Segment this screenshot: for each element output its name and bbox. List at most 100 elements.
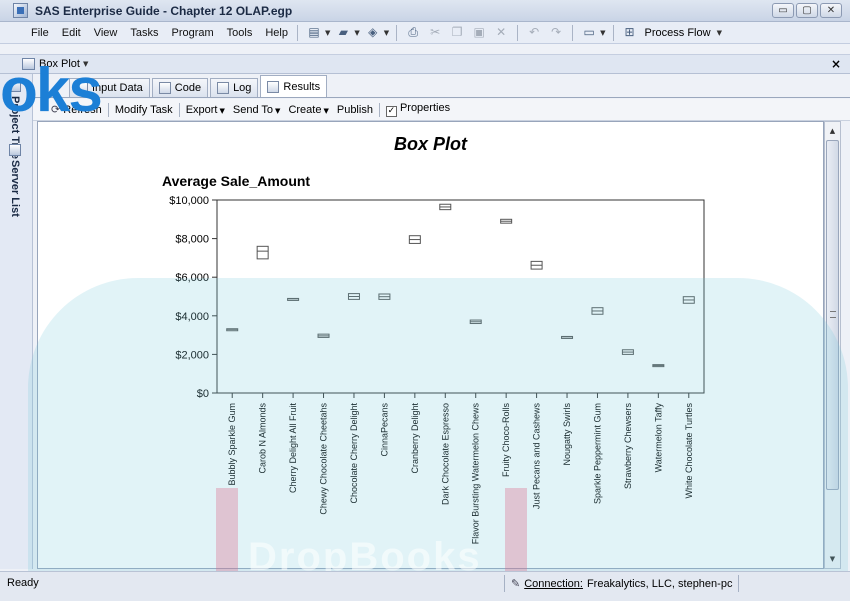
menu-program[interactable]: Program: [171, 27, 213, 39]
x-tick-label: Chewy Chocolate Cheetahs: [319, 403, 329, 515]
modify-task-button[interactable]: Modify Task: [111, 104, 177, 116]
code-icon: [158, 82, 171, 94]
connection-value: Freakalytics, LLC, stephen-pc: [586, 577, 733, 590]
toolbar-separator: [517, 24, 519, 41]
save-icon[interactable]: ◈: [365, 25, 381, 40]
scrollbar-thumb[interactable]: [826, 140, 839, 490]
action-separator: [378, 102, 380, 117]
export-menu[interactable]: Export ▼: [182, 104, 229, 116]
menu-view[interactable]: View: [94, 27, 118, 39]
results-toolbar: ⟳ Refresh Modify Task Export ▼ Send To ▼ C…: [33, 99, 850, 121]
server-list-icon: [9, 144, 21, 156]
refresh-button[interactable]: ⟳ Refresh: [47, 103, 106, 116]
save-dropdown-arrow[interactable]: ▼: [384, 29, 389, 37]
cut-icon[interactable]: ✂: [427, 25, 443, 40]
window-title: SAS Enterprise Guide - Chapter 12 OLAP.e…: [35, 3, 293, 18]
process-flow-icon: ⊞: [624, 25, 635, 39]
properties-button[interactable]: ✓ Properties: [382, 102, 454, 117]
maximize-button[interactable]: ▢: [796, 3, 818, 18]
tab-input-data[interactable]: Input Data: [69, 78, 150, 97]
plot-frame: [216, 199, 705, 394]
open-folder-icon[interactable]: ▰: [335, 25, 351, 40]
connection-icon: ✎: [511, 577, 521, 590]
tab-log-label: Log: [233, 82, 252, 94]
menu-bar: File Edit View Tasks Program Tools Help …: [0, 22, 850, 44]
create-dropdown-arrow: ▼: [323, 106, 329, 115]
tab-code[interactable]: Code: [151, 78, 209, 97]
toolbar-separator: [612, 24, 614, 41]
copy-icon[interactable]: ❐: [449, 25, 465, 40]
y-tick-label: $6,000: [175, 272, 209, 284]
menu-edit[interactable]: Edit: [62, 27, 81, 39]
x-tick-label: Bubbly Sparkle Gum: [227, 403, 237, 486]
results-icon: [267, 80, 280, 93]
view-tabs: Input Data Code Log Results: [33, 75, 850, 98]
x-tick-label: White Chocolate Turtles: [684, 403, 694, 499]
paste-icon[interactable]: ▣: [471, 25, 487, 40]
tab-results[interactable]: Results: [260, 75, 328, 97]
toolbar-separator: [396, 24, 398, 41]
project-tree-icon: [9, 80, 21, 92]
refresh-icon: ⟳: [51, 103, 61, 116]
server-list-label: Server List: [9, 160, 21, 217]
window-layout-icon[interactable]: ▭: [581, 25, 597, 40]
document-bar: Box Plot ▼ ×: [0, 54, 850, 74]
close-document-icon[interactable]: ×: [831, 57, 841, 71]
y-tick-label: $10,000: [169, 195, 209, 207]
document-tab-label[interactable]: Box Plot: [39, 58, 80, 70]
create-menu[interactable]: Create ▼: [284, 104, 332, 116]
title-bar: SAS Enterprise Guide - Chapter 12 OLAP.e…: [0, 0, 850, 22]
log-icon: [217, 82, 230, 94]
new-dropdown-arrow[interactable]: ▼: [325, 29, 330, 37]
action-separator: [178, 102, 180, 117]
process-flow-selector[interactable]: Process Flow: [645, 27, 711, 39]
menu-help[interactable]: Help: [265, 27, 288, 39]
y-tick-label: $0: [197, 388, 209, 400]
input-data-icon: [76, 82, 88, 94]
print-icon[interactable]: ⎙: [405, 25, 421, 40]
x-tick-label: Just Pecans and Cashews: [532, 403, 542, 510]
x-tick-label: Cranberry Delight: [410, 403, 420, 474]
x-tick-label: Chocolate Cherry Delight: [349, 403, 359, 504]
undo-icon[interactable]: ↶: [526, 25, 542, 40]
document-dropdown-arrow[interactable]: ▼: [83, 60, 88, 68]
box-mark: [256, 245, 269, 260]
menu-tools[interactable]: Tools: [227, 27, 253, 39]
open-dropdown-arrow[interactable]: ▼: [354, 29, 359, 37]
layout-dropdown-arrow[interactable]: ▼: [600, 29, 605, 37]
server-list-tab[interactable]: Server List: [9, 144, 21, 217]
x-tick-label: CinnaPecans: [379, 403, 389, 457]
send-to-dropdown-arrow: ▼: [275, 106, 281, 115]
publish-button[interactable]: Publish: [333, 104, 377, 116]
delete-icon[interactable]: ✕: [493, 25, 509, 40]
x-tick-label: Fruity Choco-Rolls: [501, 403, 511, 478]
close-button[interactable]: ✕: [820, 3, 842, 18]
tab-log[interactable]: Log: [210, 78, 259, 97]
menu-tasks[interactable]: Tasks: [130, 27, 158, 39]
properties-label: Properties: [399, 102, 451, 114]
new-item-icon[interactable]: ▤: [306, 25, 322, 40]
x-tick-label: Strawberry Chewsers: [623, 403, 633, 490]
scroll-up-arrow-icon[interactable]: ▲: [825, 124, 840, 138]
sas-app-icon: [13, 3, 28, 18]
vertical-scrollbar[interactable]: ▲ ▼: [824, 121, 841, 569]
x-tick-label: Nougatty Swirls: [562, 403, 572, 466]
export-label: Export: [185, 103, 218, 116]
status-text: Ready: [7, 577, 39, 589]
create-label: Create: [288, 103, 322, 116]
box-plot-doc-icon: [22, 58, 35, 70]
redo-icon[interactable]: ↷: [548, 25, 564, 40]
minimize-button[interactable]: ▭: [772, 3, 794, 18]
send-to-menu[interactable]: Send To ▼: [229, 104, 285, 116]
x-tick-label: Cherry Delight All Fruit: [288, 403, 298, 494]
process-flow-dropdown-arrow[interactable]: ▼: [717, 29, 722, 37]
x-tick-label: Sparkle Peppermint Gum: [592, 403, 602, 504]
properties-check-icon: ✓: [385, 106, 397, 117]
status-bar: Ready ✎ Connection: Freakalytics, LLC, s…: [0, 571, 850, 601]
menu-file[interactable]: File: [31, 27, 49, 39]
scroll-down-arrow-icon[interactable]: ▼: [825, 552, 840, 566]
x-tick-label: Carob N Almonds: [258, 403, 268, 474]
connection-label[interactable]: Connection:: [524, 578, 583, 590]
scroll-grip-icon: [830, 311, 836, 318]
connection-status[interactable]: ✎ Connection: Freakalytics, LLC, stephen…: [504, 575, 740, 592]
